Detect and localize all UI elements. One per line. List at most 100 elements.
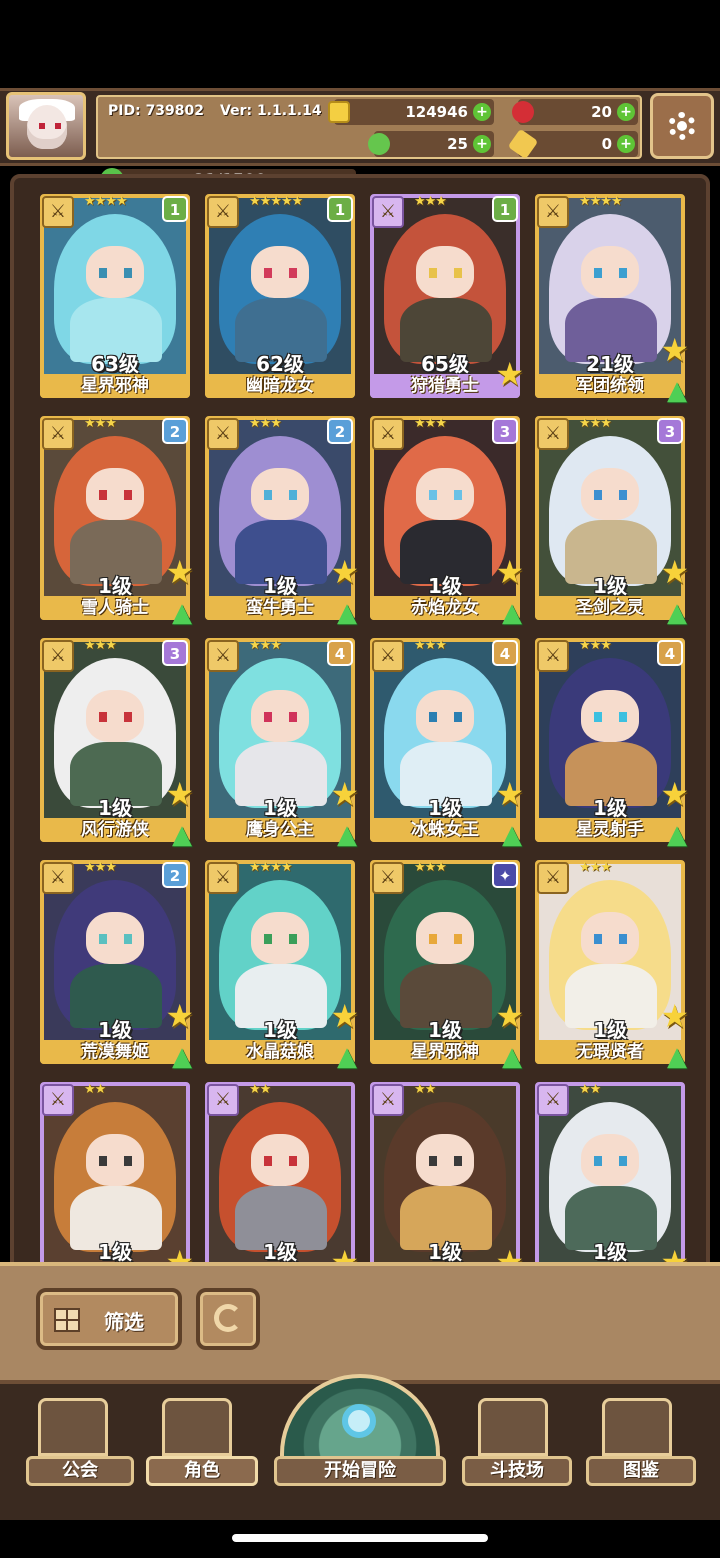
hero-eye: [289, 1156, 297, 1166]
add-gold-icon[interactable]: +: [473, 103, 491, 121]
class-icon: ⚔: [207, 640, 239, 672]
hero-name: 水晶菇娘: [205, 1040, 355, 1064]
rarity-stars: ★★★★: [84, 194, 128, 209]
hero-eye: [454, 268, 462, 278]
book-icon: [602, 1398, 672, 1456]
hero-card[interactable]: ⚔ ★★★ 4 1级 冰蛛女王 ★ ▲: [370, 638, 524, 848]
star-upgrade-icon: ★: [330, 775, 359, 813]
tier-badge: 2: [162, 862, 188, 888]
hero-card[interactable]: ⚔ ★★★ ✦ 1级 星界邪神 ★ ▲: [370, 860, 524, 1070]
hero-eye: [429, 490, 437, 500]
filter-toolbar: 筛选: [0, 1262, 720, 1380]
gold-counter[interactable]: 124946 +: [328, 99, 494, 125]
gem-counter[interactable]: 20 +: [512, 99, 638, 125]
add-key-icon[interactable]: +: [617, 135, 635, 153]
hero-card[interactable]: ⚔ ★★★ 2 1级 雪人骑士 ★ ▲: [40, 416, 194, 626]
level-up-arrow-icon: ▲: [667, 1042, 687, 1072]
hero-card[interactable]: ⚔ ★★★ 3 1级 风行游侠 ★ ▲: [40, 638, 194, 848]
hero-eye: [99, 712, 107, 722]
rarity-stars: ★★: [579, 1082, 601, 1097]
hero-card[interactable]: ⚔ ★★★★ 21级 军团统领 ★ ▲: [535, 194, 689, 404]
hero-card[interactable]: ⚔ ★★★ 2 1级 荒漠舞姬 ★ ▲: [40, 860, 194, 1070]
tier-badge: 1: [327, 196, 353, 222]
hero-face: [251, 690, 309, 742]
hero-face: [86, 1134, 144, 1186]
info-row-bottom: 21/1500 25 + 0 +: [98, 128, 640, 192]
nav-codex[interactable]: 图鉴: [586, 1384, 696, 1494]
key-amount: 0: [601, 135, 612, 153]
hero-card[interactable]: ⚔ ★★★★ 1级 水晶菇娘 ★ ▲: [205, 860, 359, 1070]
hero-eye: [594, 490, 602, 500]
hero-eye: [99, 1156, 107, 1166]
rarity-stars: ★★★★★: [249, 194, 303, 209]
hero-eye: [264, 268, 272, 278]
tier-badge: 1: [162, 196, 188, 222]
nav-arena-label: 斗技场: [462, 1456, 572, 1486]
player-avatar[interactable]: [6, 92, 86, 160]
hero-face: [86, 690, 144, 742]
hero-eye: [289, 268, 297, 278]
tier-badge: 1: [492, 196, 518, 222]
hero-card[interactable]: ⚔ ★★★★★ 1 62级 幽暗龙女: [205, 194, 355, 398]
class-icon: ⚔: [372, 418, 404, 450]
hero-eye: [264, 712, 272, 722]
hero-eye: [429, 268, 437, 278]
reset-filter-button[interactable]: [196, 1288, 260, 1350]
hero-name: 鹰身公主: [205, 818, 355, 842]
filter-button[interactable]: 筛选: [36, 1288, 182, 1350]
tier-badge: 4: [492, 640, 518, 666]
hero-face: [416, 912, 474, 964]
hero-card[interactable]: ⚔ ★★★ 4 1级 星灵射手 ★ ▲: [535, 638, 689, 848]
info-row-top: PID: 739802 Ver: 1.1.1.14 124946 + 20 +: [98, 99, 640, 127]
hero-name: 圣剑之灵: [535, 596, 685, 620]
hero-name: 星界邪神: [40, 374, 190, 398]
hero-eye: [454, 712, 462, 722]
hero-card[interactable]: ⚔ ★★★ 1级 无瑕贤者 ★ ▲: [535, 860, 689, 1070]
clover-icon: [368, 133, 390, 155]
add-gem-icon[interactable]: +: [617, 103, 635, 121]
clover-amount: 25: [447, 135, 468, 153]
hero-card[interactable]: ⚔ ★★★ 1 65级 狩猎勇士 ★: [370, 194, 524, 398]
hero-card[interactable]: ⚔ ★★★★ 1 63级 星界邪神: [40, 194, 190, 398]
hero-name: 幽暗龙女: [205, 374, 355, 398]
class-icon: ⚔: [537, 640, 569, 672]
level-up-arrow-icon: ▲: [172, 598, 192, 628]
star-upgrade-icon: ★: [495, 775, 524, 813]
hero-face: [416, 690, 474, 742]
class-icon: ⚔: [537, 418, 569, 450]
level-up-arrow-icon: ▲: [337, 820, 357, 850]
hero-eye: [429, 712, 437, 722]
hero-name: 赤焰龙女: [370, 596, 520, 620]
class-icon: ⚔: [372, 640, 404, 672]
player-id: PID: 739802: [108, 103, 205, 119]
tier-badge: 4: [327, 640, 353, 666]
tier-badge: 3: [162, 640, 188, 666]
rarity-stars: ★★★: [414, 638, 447, 653]
hero-face: [251, 912, 309, 964]
star-upgrade-icon: ★: [165, 997, 194, 1035]
rarity-stars: ★★★: [84, 638, 117, 653]
class-icon: ⚔: [372, 1084, 404, 1116]
hero-card[interactable]: ⚔★★1级★: [535, 1082, 689, 1286]
star-upgrade-icon: ★: [330, 553, 359, 591]
class-icon: ⚔: [42, 196, 74, 228]
hero-card[interactable]: ⚔★★1级★: [205, 1082, 359, 1286]
clover-counter[interactable]: 25 +: [368, 131, 494, 157]
hero-card[interactable]: ⚔ ★★★ 2 1级 蛮牛勇士 ★ ▲: [205, 416, 359, 626]
class-icon: ⚔: [537, 862, 569, 894]
hero-level: 63级: [91, 352, 139, 376]
hero-card[interactable]: ⚔ ★★★ 4 1级 鹰身公主 ★ ▲: [205, 638, 359, 848]
hero-card[interactable]: ⚔ ★★★ 3 1级 赤焰龙女 ★ ▲: [370, 416, 524, 626]
hero-card[interactable]: ⚔★★1级★: [370, 1082, 524, 1286]
nav-arena[interactable]: 斗技场: [462, 1384, 572, 1494]
hero-eye: [124, 268, 132, 278]
rarity-stars: ★★★: [84, 416, 117, 431]
hero-card[interactable]: ⚔★★1级★: [40, 1082, 194, 1286]
key-counter[interactable]: 0 +: [507, 128, 638, 160]
settings-button[interactable]: [650, 93, 714, 159]
hero-card[interactable]: ⚔ ★★★ 3 1级 圣剑之灵 ★ ▲: [535, 416, 689, 626]
hero-eye: [124, 934, 132, 944]
level-up-arrow-icon: ▲: [337, 598, 357, 628]
add-clover-icon[interactable]: +: [473, 135, 491, 153]
level-up-arrow-icon: ▲: [502, 1042, 522, 1072]
